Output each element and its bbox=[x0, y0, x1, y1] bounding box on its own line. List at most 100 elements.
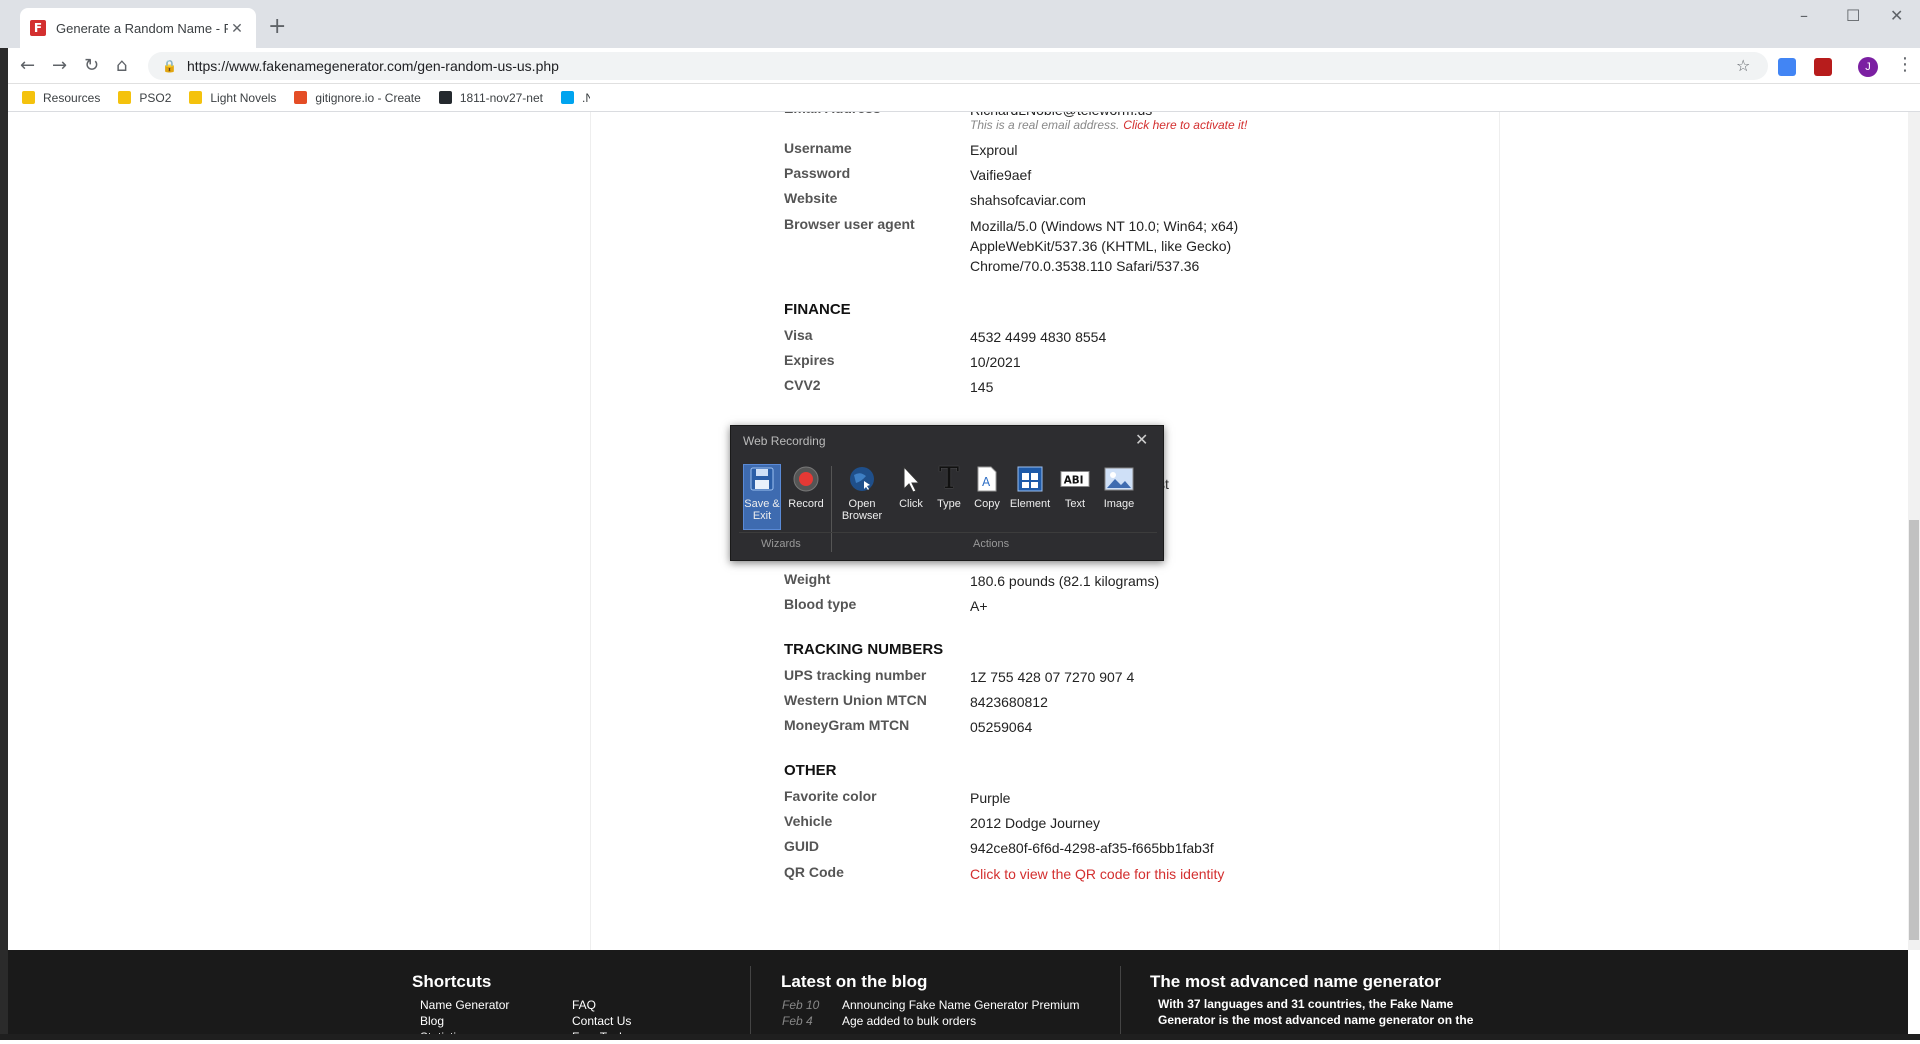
svg-text:ABI: ABI bbox=[1064, 475, 1084, 487]
identity-label: UPS tracking number bbox=[784, 667, 927, 683]
about-text: With 37 languages and 31 countries, the … bbox=[1158, 997, 1474, 1027]
blog-date: Feb 10 bbox=[782, 998, 820, 1012]
identity-row: Weight 180.6 pounds (82.1 kilograms) bbox=[784, 571, 1159, 591]
footer-link-faq[interactable]: FAQ bbox=[572, 998, 596, 1012]
click-label: Click bbox=[899, 498, 923, 510]
identity-value: A+ bbox=[970, 598, 988, 614]
url-text: https://www.fakenamegenerator.com/gen-ra… bbox=[186, 58, 559, 74]
bookmark-star-icon[interactable]: ☆ bbox=[1736, 56, 1750, 75]
bookmark-icon bbox=[22, 91, 35, 104]
browser-tab[interactable]: F Generate a Random Name - Fake ✕ bbox=[20, 8, 256, 48]
recorder-separator bbox=[831, 466, 832, 552]
windows-taskbar bbox=[0, 1034, 1920, 1040]
actions-group-label: Actions bbox=[973, 538, 1010, 550]
user-agent-value: Mozilla/5.0 (Windows NT 10.0; Win64; x64… bbox=[970, 216, 1238, 276]
open-browser-button[interactable]: Open Browser bbox=[837, 464, 887, 522]
user-agent-label: Browser user agent bbox=[784, 216, 915, 232]
identity-value: shahsofcaviar.com bbox=[970, 192, 1086, 208]
record-button[interactable]: Record bbox=[783, 464, 829, 510]
identity-value: 05259064 bbox=[970, 719, 1033, 735]
address-bar[interactable]: 🔒 https://www.fakenamegenerator.com/gen-… bbox=[148, 52, 1768, 80]
reload-icon[interactable]: ↻ bbox=[84, 55, 99, 76]
identity-row: Visa 4532 4499 4830 8554 bbox=[784, 327, 1106, 347]
identity-row: Blood type A+ bbox=[784, 596, 988, 616]
wizards-group-label: Wizards bbox=[761, 538, 801, 550]
qr-label: QR Code bbox=[784, 864, 844, 880]
bookmark-label: 1811-nov27-net bbox=[459, 90, 543, 105]
text-button[interactable]: ABI Text bbox=[1055, 464, 1095, 510]
identity-value: 942ce80f-6f6d-4298-af35-f665bb1fab3f bbox=[970, 840, 1214, 856]
record-label: Record bbox=[788, 498, 824, 510]
svg-text:A: A bbox=[982, 475, 991, 489]
identity-row: Website shahsofcaviar.com bbox=[784, 190, 1086, 210]
window-close-icon[interactable]: ✕ bbox=[1890, 6, 1903, 25]
blog-post-link[interactable]: Announcing Fake Name Generator Premium bbox=[842, 998, 1079, 1012]
record-icon bbox=[791, 464, 821, 494]
type-button[interactable]: T Type bbox=[931, 464, 967, 511]
qr-code-link[interactable]: Click to view the QR code for this ident… bbox=[970, 864, 1224, 884]
identity-value: 180.6 pounds (82.1 kilograms) bbox=[970, 573, 1160, 589]
bookmark-icon bbox=[189, 91, 203, 104]
identity-label: CVV2 bbox=[784, 377, 821, 393]
identity-label: Favorite color bbox=[784, 788, 877, 804]
identity-row: Favorite color Purple bbox=[784, 788, 1010, 808]
browser-menu-icon[interactable]: ⋮ bbox=[1896, 54, 1914, 75]
web-recording-toolbar: Web Recording ✕ Save & Exit Record Open … bbox=[730, 425, 1164, 561]
click-button[interactable]: Click bbox=[891, 464, 931, 510]
text-label: Text bbox=[1064, 498, 1086, 510]
tab-title: Generate a Random Name - Fake bbox=[56, 20, 228, 36]
element-button[interactable]: Element bbox=[1007, 464, 1053, 510]
bookmark-item[interactable]: Light Novels bbox=[189, 91, 276, 105]
recorder-group-divider bbox=[739, 532, 1157, 533]
bookmark-item[interactable]: PSO2 bbox=[118, 91, 171, 105]
activate-email-link[interactable]: Click here to activate it! bbox=[1123, 118, 1247, 134]
copy-icon: A bbox=[972, 464, 1002, 494]
finance-heading: FINANCE bbox=[784, 301, 851, 318]
recorder-close-icon[interactable]: ✕ bbox=[1135, 430, 1148, 449]
copy-button[interactable]: A Copy bbox=[969, 464, 1005, 510]
identity-label: Username bbox=[784, 140, 852, 156]
type-label: Type bbox=[937, 498, 961, 510]
identity-row: Expires 10/2021 bbox=[784, 352, 1021, 372]
footer-link-blog[interactable]: Blog bbox=[420, 1014, 444, 1028]
bookmark-item[interactable]: gitignore.io - Create bbox=[294, 91, 421, 105]
bookmark-icon bbox=[118, 91, 132, 104]
identity-row: CVV2 145 bbox=[784, 377, 993, 397]
footer-link-name-generator[interactable]: Name Generator bbox=[420, 998, 509, 1012]
lock-icon: 🔒 bbox=[162, 59, 177, 73]
maximize-icon[interactable]: ☐ bbox=[1846, 6, 1860, 25]
minimize-icon[interactable]: – bbox=[1800, 6, 1808, 25]
image-button[interactable]: Image bbox=[1097, 464, 1141, 510]
scrollbar-thumb[interactable] bbox=[1909, 520, 1919, 940]
forward-icon[interactable]: → bbox=[52, 55, 67, 76]
identity-row: Password Vaifie9aef bbox=[784, 165, 1031, 185]
user-agent-line: Mozilla/5.0 (Windows NT 10.0; Win64; x64… bbox=[970, 218, 1239, 234]
translate-extension-icon[interactable] bbox=[1778, 58, 1796, 76]
identity-row: MoneyGram MTCN 05259064 bbox=[784, 717, 1032, 737]
profile-avatar[interactable]: J bbox=[1858, 57, 1878, 77]
bookmark-icon bbox=[294, 91, 308, 104]
save-exit-button[interactable]: Save & Exit bbox=[743, 464, 781, 522]
bookmark-bar-overlap bbox=[590, 84, 1500, 112]
tab-close-icon[interactable]: ✕ bbox=[228, 19, 246, 37]
identity-value: 8423680812 bbox=[970, 694, 1048, 710]
bookmark-item[interactable]: Resources bbox=[22, 91, 100, 105]
identity-label: Expires bbox=[784, 352, 835, 368]
blog-post-link[interactable]: Age added to bulk orders bbox=[842, 1014, 976, 1028]
identity-row: Vehicle 2012 Dodge Journey bbox=[784, 813, 1100, 833]
footer-link-contact[interactable]: Contact Us bbox=[572, 1014, 631, 1028]
web-recording-title: Web Recording bbox=[743, 434, 826, 448]
new-tab-icon[interactable]: + bbox=[268, 14, 286, 39]
text-icon: ABI bbox=[1060, 464, 1090, 494]
back-icon[interactable]: ← bbox=[20, 55, 35, 76]
site-favicon: F bbox=[30, 20, 46, 36]
home-icon[interactable]: ⌂ bbox=[116, 55, 127, 76]
desktop-edge bbox=[0, 48, 8, 1040]
identity-row: Western Union MTCN 8423680812 bbox=[784, 692, 1048, 712]
identity-label: MoneyGram MTCN bbox=[784, 717, 910, 733]
identity-label: GUID bbox=[784, 838, 819, 854]
bookmark-icon bbox=[561, 91, 574, 104]
user-agent-line: Chrome/70.0.3538.110 Safari/537.36 bbox=[970, 258, 1200, 274]
bookmark-item[interactable]: 1811-nov27-net bbox=[438, 90, 543, 105]
shield-extension-icon[interactable] bbox=[1814, 58, 1832, 76]
